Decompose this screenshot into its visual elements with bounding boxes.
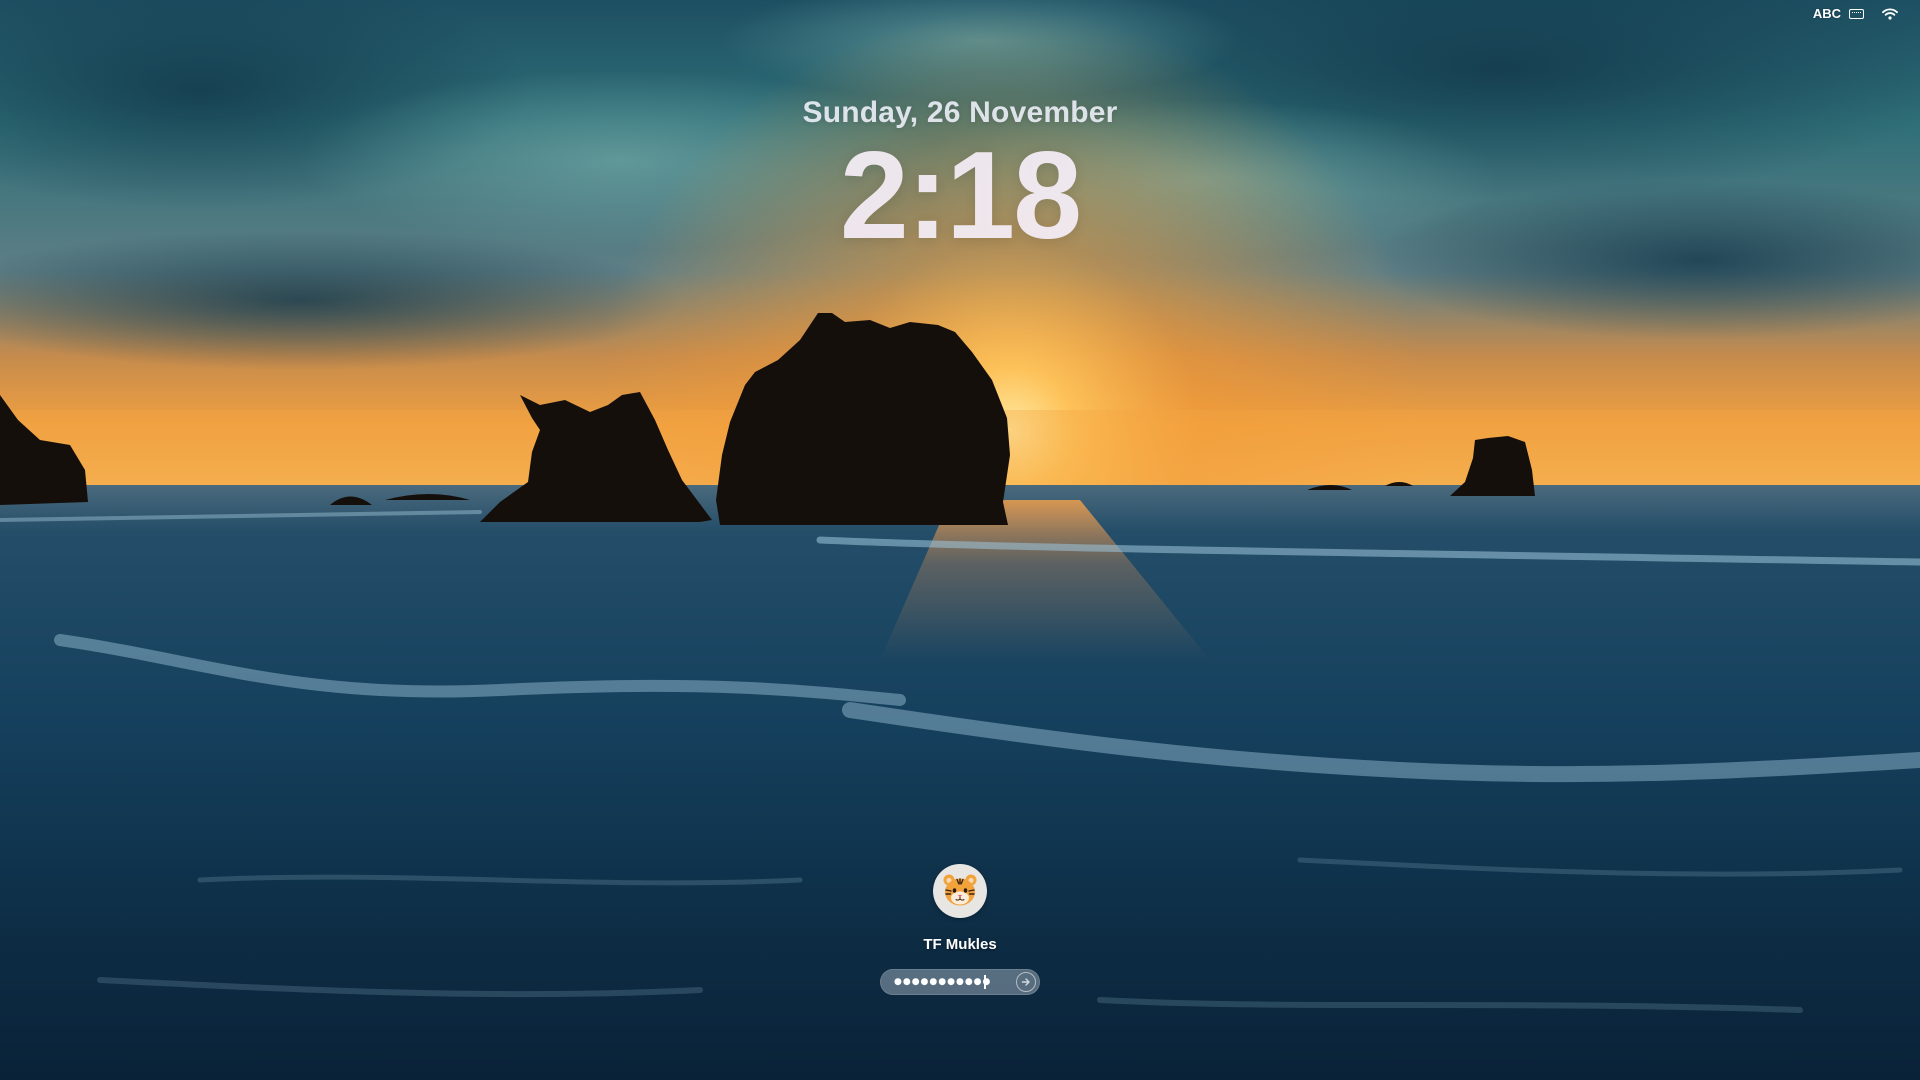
wifi-icon[interactable]: [1882, 7, 1898, 20]
password-field[interactable]: [880, 969, 1040, 995]
keyboard-icon[interactable]: [1849, 8, 1864, 19]
lock-clock: 2:18: [839, 127, 1082, 265]
user-avatar[interactable]: [933, 864, 987, 918]
input-source-label[interactable]: ABC: [1813, 6, 1841, 21]
user-login-area: TF Mukles: [0, 864, 1920, 1004]
arrow-right-circle-icon: [1021, 978, 1030, 986]
tiger-face-avatar: [943, 874, 977, 906]
login-submit-button[interactable]: [1016, 972, 1036, 992]
password-input[interactable]: [894, 969, 1006, 995]
text-caret: [984, 975, 986, 989]
user-name: TF Mukles: [923, 936, 997, 953]
lock-date: Sunday, 26 November: [802, 96, 1118, 129]
lock-screen: ABC Sunday, 26 November 2:18 TF Mukles ●…: [0, 0, 1920, 1080]
status-bar: ABC: [1813, 6, 1898, 21]
